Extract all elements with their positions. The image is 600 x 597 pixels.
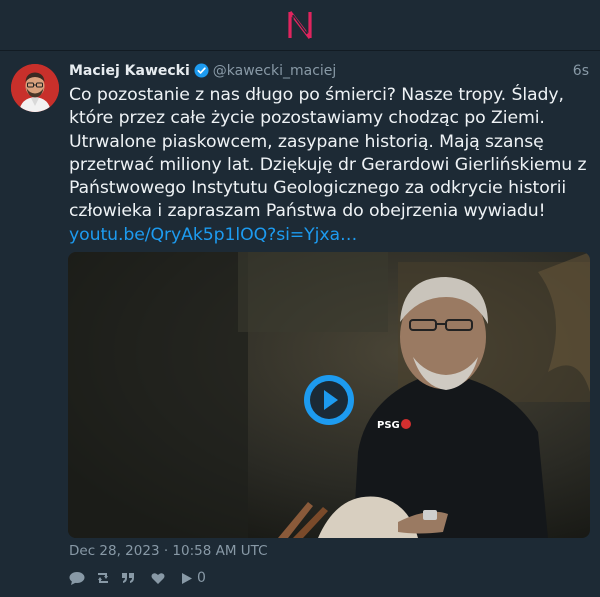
avatar[interactable] xyxy=(11,64,59,112)
relative-time[interactable]: 6s xyxy=(573,61,589,81)
comment-icon xyxy=(69,571,85,585)
like-action[interactable] xyxy=(151,572,165,585)
reply-action[interactable] xyxy=(69,571,85,586)
author-handle[interactable]: @kawecki_maciej xyxy=(213,63,337,79)
tweet-actions: 0 xyxy=(69,568,216,588)
quote-action[interactable] xyxy=(121,571,135,585)
tweet-text: Co pozostanie z nas długo po śmierci? Na… xyxy=(69,84,587,247)
quote-icon xyxy=(122,573,134,583)
tweet-header: Maciej Kawecki @kawecki_maciej 6s xyxy=(69,61,589,81)
play-count: 0 xyxy=(197,570,206,586)
heart-icon xyxy=(151,572,165,584)
top-bar xyxy=(0,0,600,51)
youtube-link[interactable]: youtu.be/QryAk5p1lOQ?si=Yjxa… xyxy=(69,225,357,245)
play-icon xyxy=(182,572,192,584)
video-thumbnail[interactable]: PSG xyxy=(68,252,590,538)
play-button[interactable] xyxy=(304,375,354,425)
tweet-body: Co pozostanie z nas długo po śmierci? Na… xyxy=(69,85,587,222)
plays-count: 0 xyxy=(181,570,206,586)
verified-badge-icon xyxy=(194,63,209,84)
retweet-icon xyxy=(98,573,108,583)
tweet-date[interactable]: Dec 28, 2023 · 10:58 AM UTC xyxy=(69,543,268,559)
jacket-label: PSG xyxy=(377,420,400,431)
author-name[interactable]: Maciej Kawecki xyxy=(69,63,190,79)
nitter-logo-icon[interactable] xyxy=(286,9,314,41)
retweet-action[interactable] xyxy=(95,571,111,585)
